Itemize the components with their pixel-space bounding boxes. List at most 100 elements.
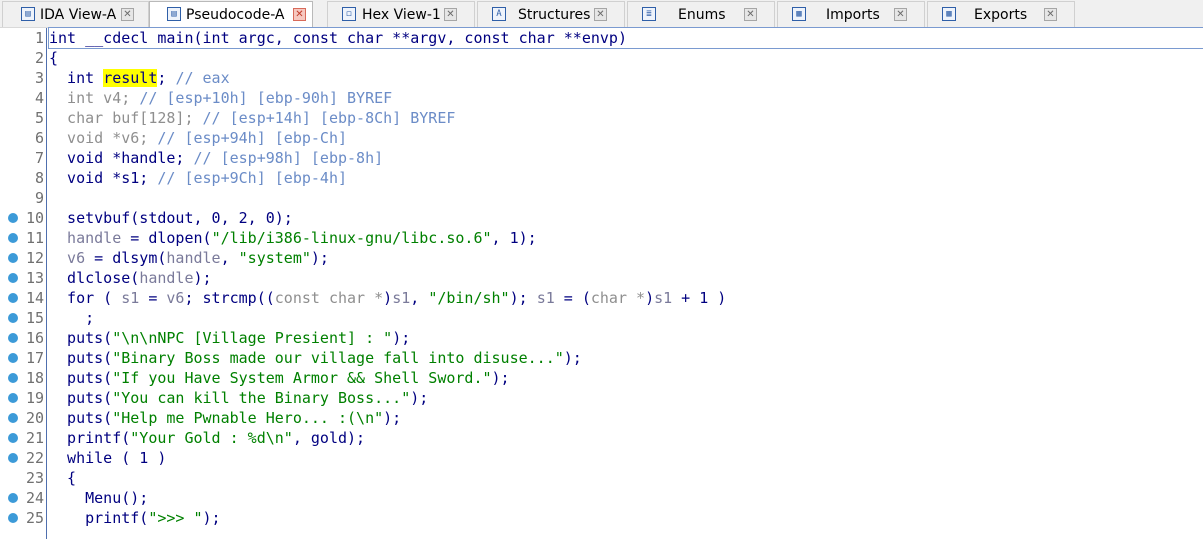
- code-text[interactable]: puts("You can kill the Binary Boss...");: [49, 388, 428, 408]
- code-line[interactable]: 25 printf(">>> ");: [0, 508, 1203, 528]
- code-text[interactable]: v6 = dlsym(handle, "system");: [49, 248, 329, 268]
- tab-ida-view-a[interactable]: ▤ IDA View-A ✕: [2, 1, 149, 27]
- code-line[interactable]: 16 puts("\n\nNPC [Village Presient] : ")…: [0, 328, 1203, 348]
- code-text[interactable]: setvbuf(stdout, 0, 2, 0);: [49, 208, 293, 228]
- code-line[interactable]: 24 Menu();: [0, 488, 1203, 508]
- code-line[interactable]: 6 void *v6; // [esp+94h] [ebp-Ch]: [0, 128, 1203, 148]
- code-text[interactable]: dlclose(handle);: [49, 268, 212, 288]
- code-line[interactable]: 18 puts("If you Have System Armor && She…: [0, 368, 1203, 388]
- code-line[interactable]: 1 int __cdecl main(int argc, const char *…: [0, 27, 1203, 49]
- tab-imports[interactable]: ▦ Imports ✕: [777, 1, 925, 27]
- breakpoint-dot-icon[interactable]: [8, 353, 18, 363]
- code-text[interactable]: char buf[128]; // [esp+14h] [ebp-8Ch] BY…: [49, 108, 455, 128]
- code-text[interactable]: ;: [49, 308, 94, 328]
- breakpoint-dot-icon[interactable]: [8, 433, 18, 443]
- breakpoint-dot-icon[interactable]: [8, 233, 18, 243]
- close-icon[interactable]: ✕: [1044, 8, 1057, 21]
- code-line[interactable]: 4 int v4; // [esp+10h] [ebp-90h] BYREF: [0, 88, 1203, 108]
- code-token-punc: ;: [157, 69, 176, 87]
- code-line[interactable]: 9: [0, 188, 1203, 208]
- code-line[interactable]: 10 setvbuf(stdout, 0, 2, 0);: [0, 208, 1203, 228]
- code-token-punc: ): [645, 289, 655, 307]
- code-token-cmt: // [esp+94h] [ebp-Ch]: [157, 129, 348, 147]
- code-text[interactable]: void *s1; // [esp+9Ch] [ebp-4h]: [49, 168, 347, 188]
- code-token-str: "You can kill the Binary Boss...": [112, 389, 411, 407]
- code-token-punc: ;: [49, 309, 95, 327]
- code-text[interactable]: for ( s1 = v6; strcmp((const char *)s1, …: [49, 288, 726, 308]
- code-text[interactable]: Menu();: [49, 488, 148, 508]
- code-text[interactable]: puts("Help me Pwnable Hero... :(\n");: [49, 408, 401, 428]
- close-icon[interactable]: ✕: [121, 8, 134, 21]
- close-icon[interactable]: ✕: [444, 8, 457, 21]
- breakpoint-dot-icon[interactable]: [8, 293, 18, 303]
- code-token-punc: );: [193, 269, 212, 287]
- code-token-var: s1: [121, 289, 140, 307]
- breakpoint-dot-icon[interactable]: [8, 253, 18, 263]
- tab-label: Structures: [518, 7, 591, 23]
- code-line[interactable]: 7 void *handle; // [esp+98h] [ebp-8h]: [0, 148, 1203, 168]
- code-line[interactable]: 17 puts("Binary Boss made our village fa…: [0, 348, 1203, 368]
- code-text[interactable]: int result; // eax: [49, 68, 230, 88]
- breakpoint-dot-icon[interactable]: [8, 393, 18, 403]
- breakpoint-dot-icon[interactable]: [8, 373, 18, 383]
- code-token-gray: char *: [590, 289, 646, 307]
- code-line[interactable]: 22 while ( 1 ): [0, 448, 1203, 468]
- code-token-punc: =: [139, 289, 167, 307]
- code-line[interactable]: 3 int result; // eax: [0, 68, 1203, 88]
- code-token-cmt: // [esp+9Ch] [ebp-4h]: [157, 169, 348, 187]
- code-line[interactable]: 19 puts("You can kill the Binary Boss...…: [0, 388, 1203, 408]
- code-token-punc: {: [49, 49, 59, 67]
- code-text[interactable]: puts("If you Have System Armor && Shell …: [49, 368, 510, 388]
- breakpoint-dot-icon[interactable]: [8, 513, 18, 523]
- code-text[interactable]: puts("Binary Boss made our village fall …: [49, 348, 582, 368]
- code-text[interactable]: handle = dlopen("/lib/i386-linux-gnu/lib…: [49, 228, 537, 248]
- line-number: 13: [25, 269, 44, 287]
- code-text[interactable]: int v4; // [esp+10h] [ebp-90h] BYREF: [49, 88, 392, 108]
- code-text[interactable]: printf("Your Gold : %d\n", gold);: [49, 428, 365, 448]
- breakpoint-dot-icon[interactable]: [8, 333, 18, 343]
- code-text[interactable]: int __cdecl main(int argc, const char **…: [48, 27, 1203, 49]
- code-text[interactable]: void *v6; // [esp+94h] [ebp-Ch]: [49, 128, 347, 148]
- close-icon[interactable]: ✕: [594, 8, 607, 21]
- code-token-hl[interactable]: result: [103, 69, 158, 87]
- code-text[interactable]: {: [49, 468, 76, 488]
- breakpoint-dot-icon[interactable]: [8, 493, 18, 503]
- breakpoint-dot-icon[interactable]: [8, 213, 18, 223]
- code-line[interactable]: 12 v6 = dlsym(handle, "system");: [0, 248, 1203, 268]
- enums-icon: ≣: [642, 7, 656, 21]
- tab-exports[interactable]: ▦ Exports ✕: [927, 1, 1075, 27]
- code-line[interactable]: 20 puts("Help me Pwnable Hero... :(\n");: [0, 408, 1203, 428]
- code-token-str: "Your Gold : %d\n": [130, 429, 293, 447]
- pseudocode-editor[interactable]: 1 int __cdecl main(int argc, const char *…: [0, 27, 1203, 539]
- code-token-punc: Menu();: [49, 489, 149, 507]
- breakpoint-dot-icon[interactable]: [8, 453, 18, 463]
- code-token-punc: dlclose(: [49, 269, 140, 287]
- code-line[interactable]: 14 for ( s1 = v6; strcmp((const char *)s…: [0, 288, 1203, 308]
- tab-enums[interactable]: ≣ Enums ✕: [627, 1, 775, 27]
- code-line[interactable]: 5 char buf[128]; // [esp+14h] [ebp-8Ch] …: [0, 108, 1203, 128]
- code-text[interactable]: {: [49, 48, 58, 68]
- code-text[interactable]: puts("\n\nNPC [Village Presient] : ");: [49, 328, 410, 348]
- close-icon[interactable]: ✕: [293, 8, 306, 21]
- breakpoint-dot-icon[interactable]: [8, 313, 18, 323]
- code-line[interactable]: 13 dlclose(handle);: [0, 268, 1203, 288]
- code-line[interactable]: 23 {: [0, 468, 1203, 488]
- code-token-gray: char buf[128];: [49, 109, 203, 127]
- code-line[interactable]: 21 printf("Your Gold : %d\n", gold);: [0, 428, 1203, 448]
- code-token-punc: , 1);: [491, 229, 537, 247]
- breakpoint-dot-icon[interactable]: [8, 413, 18, 423]
- code-text[interactable]: printf(">>> ");: [49, 508, 220, 528]
- code-token-punc: = dlopen(: [121, 229, 212, 247]
- code-text[interactable]: void *handle; // [esp+98h] [ebp-8h]: [49, 148, 383, 168]
- tab-hex-view-1[interactable]: ◻ Hex View-1 ✕: [327, 1, 475, 27]
- code-line[interactable]: 11 handle = dlopen("/lib/i386-linux-gnu/…: [0, 228, 1203, 248]
- code-text[interactable]: while ( 1 ): [49, 448, 166, 468]
- code-line[interactable]: 15 ;: [0, 308, 1203, 328]
- tab-pseudocode-a[interactable]: ▤ Pseudocode-A ✕: [149, 1, 313, 29]
- close-icon[interactable]: ✕: [744, 8, 757, 21]
- code-line[interactable]: 2{: [0, 48, 1203, 68]
- breakpoint-dot-icon[interactable]: [8, 273, 18, 283]
- close-icon[interactable]: ✕: [894, 8, 907, 21]
- tab-structures[interactable]: A Structures ✕: [477, 1, 625, 27]
- code-line[interactable]: 8 void *s1; // [esp+9Ch] [ebp-4h]: [0, 168, 1203, 188]
